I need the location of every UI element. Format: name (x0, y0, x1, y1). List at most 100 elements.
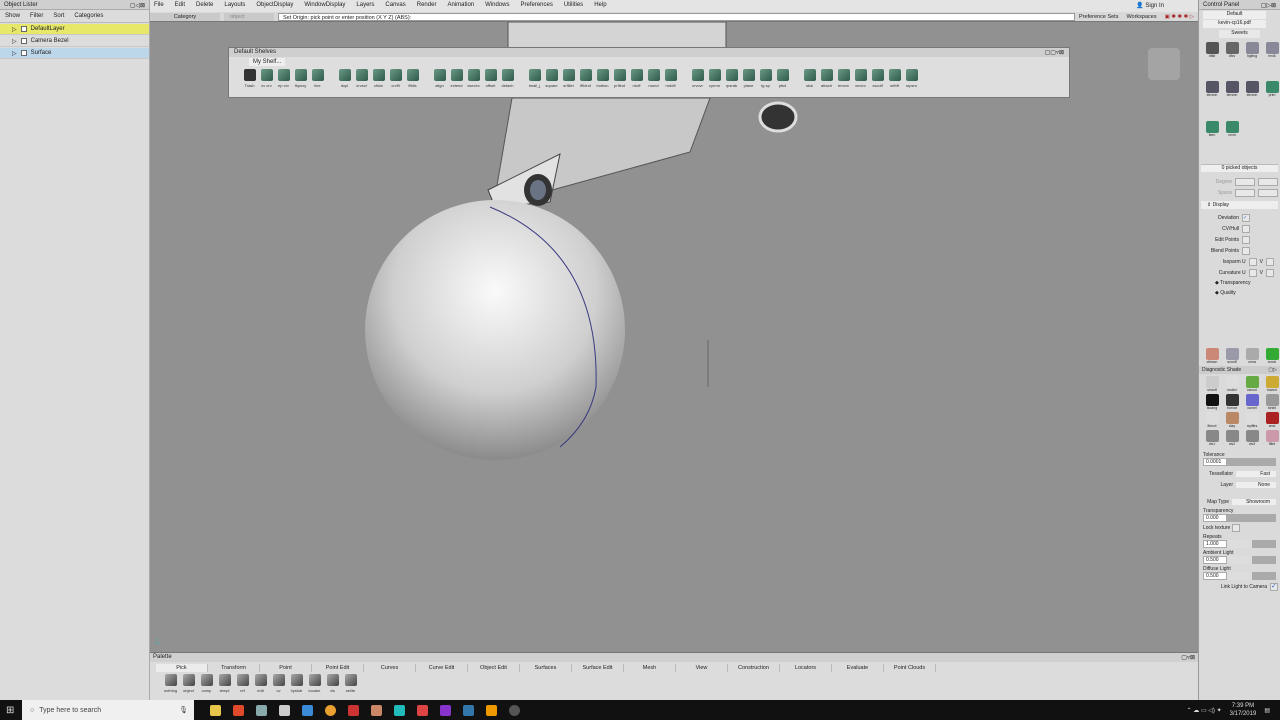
panel-tool[interactable]: fillet (1263, 430, 1280, 446)
palette-tool[interactable]: templ (216, 674, 233, 693)
option-checkbox[interactable] (1242, 246, 1250, 255)
shelf-tool[interactable]: fflblnd (577, 69, 594, 88)
tolerance-field[interactable]: 0.0001 (1203, 458, 1227, 466)
menu-show[interactable]: Show (5, 13, 20, 19)
palette-tab[interactable]: Curves (364, 664, 416, 672)
palette-window-controls[interactable]: ▢▿⊠ (1181, 654, 1195, 661)
panel-tool[interactable]: fsen (1203, 120, 1221, 158)
shelf-tool[interactable]: cfslw (370, 69, 387, 88)
repeats-slider[interactable] (1227, 540, 1252, 548)
shelf-tool[interactable]: bulbon (594, 69, 611, 88)
link-light-checkbox[interactable]: ✓ (1270, 582, 1278, 591)
microphone-icon[interactable]: 🎙 (179, 706, 188, 714)
panel-tool[interactable]: isoang (1203, 394, 1221, 410)
panel-tool[interactable]: xtrnmn (1243, 81, 1261, 118)
panel-tool[interactable]: crcolr (1263, 348, 1280, 364)
shelf-tool[interactable]: srflllet (560, 69, 577, 88)
taskbar-search[interactable]: ○ Type here to search 🎙 (22, 700, 194, 720)
palette-tool[interactable]: hyskdr (288, 674, 305, 693)
alias-icon[interactable] (348, 704, 359, 716)
transparency-field[interactable]: 0.000 (1203, 514, 1227, 522)
menu-filter[interactable]: Filter (30, 13, 43, 19)
option-checkbox[interactable] (1242, 224, 1250, 233)
shelf-tool[interactable]: offset (482, 69, 499, 88)
palette-tool[interactable]: vis (324, 674, 341, 693)
layer-item[interactable]: ▷ Camera Bezel (0, 36, 149, 47)
menu-sort[interactable]: Sort (53, 13, 64, 19)
menu-utilities[interactable]: Utilities (564, 2, 583, 10)
menu-windowdisplay[interactable]: WindowDisplay (304, 2, 345, 10)
shelf-tool[interactable]: line (309, 69, 326, 88)
shelf-tool[interactable]: dupl (336, 69, 353, 88)
prompt-line[interactable]: Set Origin: pick point or enter position… (278, 12, 1076, 21)
menu-preferences[interactable]: Preferences (520, 2, 552, 10)
shelf-tool[interactable]: srfbff (886, 69, 903, 88)
panel-tool[interactable]: vis1 (1203, 430, 1221, 446)
palette-tool[interactable]: sel/te (342, 674, 359, 693)
picked-objects-dropdown[interactable]: 0 picked objects (1201, 164, 1278, 172)
sweets-tab[interactable]: Sweets (1219, 30, 1260, 38)
shelf-tool[interactable]: srpsrn (903, 69, 920, 88)
shelf-tool[interactable]: plane (740, 69, 757, 88)
palette-tool[interactable]: edit (252, 674, 269, 693)
degree-field[interactable] (1258, 177, 1278, 186)
shelf-tool[interactable]: prfllnd (611, 69, 628, 88)
transparency-slider[interactable] (1227, 514, 1276, 522)
app-v-icon[interactable] (417, 704, 428, 716)
expand-icon[interactable]: ▷ (12, 26, 17, 33)
expand-icon[interactable]: ▷ (12, 50, 17, 57)
app-icon[interactable] (509, 704, 520, 716)
palette-tab[interactable]: Point Clouds (884, 664, 936, 672)
menu-categories[interactable]: Categories (74, 13, 103, 19)
tessellator-dropdown[interactable]: Fast (1236, 470, 1276, 477)
lock-texture-checkbox[interactable] (1232, 524, 1241, 532)
panel-tool[interactable]: dfkit (1203, 42, 1221, 79)
palette-tool[interactable]: cv (270, 674, 287, 693)
degree-field[interactable] (1235, 177, 1255, 186)
display-section[interactable]: ⇕ Display (1201, 201, 1278, 209)
shelf-tool[interactable]: trmcrv (835, 69, 852, 88)
modeling-viewport[interactable]: ⟂ (150, 22, 1198, 652)
panel-tool[interactable]: hglkvg (1243, 42, 1261, 79)
diag-controls[interactable]: ▢▷ (1268, 367, 1277, 373)
file-explorer-icon[interactable] (210, 704, 221, 716)
menu-file[interactable]: File (154, 2, 164, 10)
shelf-tool[interactable]: rdoff (628, 69, 645, 88)
object-field[interactable]: object (224, 12, 274, 21)
app-icon[interactable] (463, 704, 474, 716)
shelf-tool[interactable]: rpsrab (723, 69, 740, 88)
tolerance-slider[interactable] (1227, 458, 1276, 466)
menu-canvas[interactable]: Canvas (385, 2, 405, 10)
file-dropdown[interactable]: kevin-cp16.pdf (1203, 20, 1266, 28)
clock-time[interactable]: 7:39 PM (1230, 702, 1257, 710)
palette-tab[interactable]: Surfaces (520, 664, 572, 672)
panel-tool[interactable]: shdoff (1203, 376, 1221, 392)
shelf-tool[interactable]: xmcrv (852, 69, 869, 88)
notifications-icon[interactable]: ▤ (1264, 707, 1270, 714)
transparency-section[interactable]: ◆ Transparency (1199, 278, 1280, 288)
v-checkbox[interactable] (1266, 257, 1274, 266)
shelf-window-controls[interactable]: ▢▢▿⊠ (1045, 49, 1064, 56)
app-icon[interactable] (302, 704, 313, 716)
chrome-icon[interactable] (325, 704, 336, 716)
calculator-icon[interactable] (279, 704, 290, 716)
shelf-tool[interactable]: cv crv (258, 69, 275, 88)
shelf-tool[interactable]: fkpoxy (292, 69, 309, 88)
menu-layers[interactable]: Layers (356, 2, 374, 10)
palette-tab[interactable]: Evaluate (832, 664, 884, 672)
option-checkbox[interactable] (1242, 235, 1250, 244)
palette-tab[interactable]: Transform (208, 664, 260, 672)
panel-tool[interactable]: prim (1263, 81, 1280, 118)
shelf-tool[interactable]: tg sp (757, 69, 774, 88)
panel-window-controls[interactable]: ▢▷⊠ (1261, 2, 1276, 9)
shelf-tool[interactable]: extend (448, 69, 465, 88)
vlc-icon[interactable] (486, 704, 497, 716)
panel-tool[interactable]: scnoff (1223, 348, 1241, 364)
menu-layouts[interactable]: Layouts (224, 2, 245, 10)
layer-item[interactable]: ▷ Surface (0, 48, 149, 59)
option-checkbox[interactable]: ✓ (1242, 213, 1250, 222)
palette-tab[interactable]: View (676, 664, 728, 672)
palette-tool[interactable]: ref (234, 674, 251, 693)
panel-tool[interactable]: crvm (1223, 120, 1241, 158)
shelf-tool[interactable]: rnddfl (662, 69, 679, 88)
